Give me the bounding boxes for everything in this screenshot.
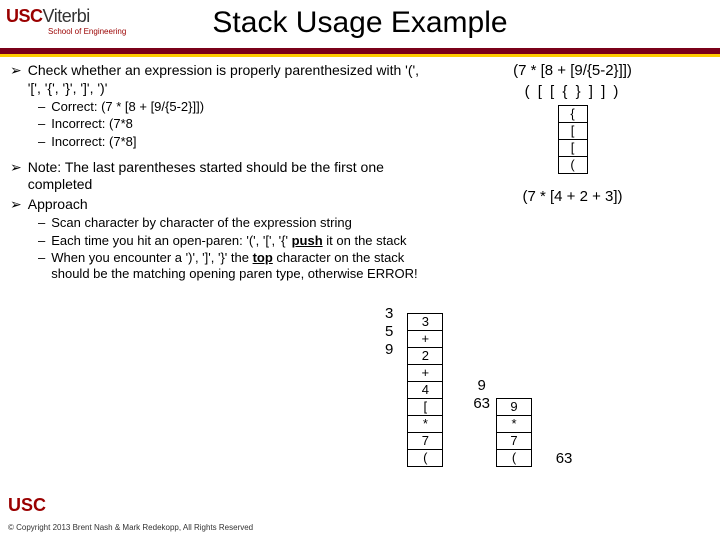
tables-row: 3 5 9 3 + 2 + 4 [ * 7 ( 9 63 9 * 7 ( 63	[385, 305, 582, 467]
arrow-icon: ➢	[10, 62, 22, 97]
cell: *	[407, 415, 443, 433]
stack-small: { [ [ (	[558, 105, 588, 174]
plain-num: 9	[478, 377, 486, 394]
dash-icon: –	[38, 116, 45, 132]
left-numbers: 3 5 9	[385, 305, 393, 467]
stack-cell: [	[558, 122, 588, 140]
approach-scan: –Scan character by character of the expr…	[38, 215, 420, 231]
bullet-text: Approach	[28, 196, 88, 214]
cell: +	[407, 330, 443, 348]
slide-title: Stack Usage Example	[0, 6, 720, 40]
plain-num: 5	[385, 323, 393, 340]
cell: 4	[407, 381, 443, 399]
stack-cell: (	[558, 156, 588, 174]
bullet-check: ➢ Check whether an expression is properl…	[10, 62, 420, 97]
plain-num: 63	[473, 395, 490, 412]
cell: 3	[407, 313, 443, 331]
expression-2: (7 * [4 + 2 + 3])	[430, 188, 715, 205]
approach-push: –Each time you hit an open-paren: '(', '…	[38, 233, 420, 249]
copyright: © Copyright 2013 Brent Nash & Mark Redek…	[8, 523, 253, 532]
sub-incorrect2: –Incorrect: (7*8]	[38, 134, 420, 150]
cell: (	[407, 449, 443, 467]
stack-col-2: 9 * 7 (	[496, 399, 532, 467]
plain-num: 9	[385, 341, 393, 358]
cell: 7	[496, 432, 532, 450]
bullet-text: Note: The last parentheses started shoul…	[28, 159, 420, 194]
dash-icon: –	[38, 134, 45, 150]
gold-bar	[0, 54, 720, 57]
cell: *	[496, 415, 532, 433]
cell: +	[407, 364, 443, 382]
cell: (	[496, 449, 532, 467]
right-area: (7 * [8 + [9/{5-2}]]) ( [ [ { } ] ] ) { …	[430, 62, 715, 205]
bullet-approach: ➢ Approach	[10, 196, 420, 214]
arrow-icon: ➢	[10, 196, 22, 214]
sub-incorrect1: –Incorrect: (7*8	[38, 116, 420, 132]
stack-cell: [	[558, 139, 588, 157]
result-num: 63	[546, 450, 582, 467]
plain-num: 3	[385, 305, 393, 322]
dash-icon: –	[38, 250, 45, 283]
cell: [	[407, 398, 443, 416]
dash-icon: –	[38, 215, 45, 231]
bullet-note: ➢ Note: The last parentheses started sho…	[10, 159, 420, 194]
dash-icon: –	[38, 233, 45, 249]
bullet-text: Check whether an expression is properly …	[28, 62, 420, 97]
cell: 9	[496, 398, 532, 416]
cell: 7	[407, 432, 443, 450]
symbols-row: ( [ [ { } ] ] )	[430, 83, 715, 100]
sub-correct: –Correct: (7 * [8 + [9/{5-2}]])	[38, 99, 420, 115]
content-area: ➢ Check whether an expression is properl…	[10, 62, 420, 283]
stack-col-1: 3 + 2 + 4 [ * 7 (	[407, 314, 443, 467]
arrow-icon: ➢	[10, 159, 22, 194]
cell: 2	[407, 347, 443, 365]
footer-logo: USC	[8, 495, 46, 516]
mid-numbers: 9 63	[473, 377, 490, 467]
stack-cell: {	[558, 105, 588, 123]
expression-1: (7 * [8 + [9/{5-2}]])	[430, 62, 715, 79]
dash-icon: –	[38, 99, 45, 115]
approach-top: –When you encounter a ')', ']', '}' the …	[38, 250, 420, 283]
